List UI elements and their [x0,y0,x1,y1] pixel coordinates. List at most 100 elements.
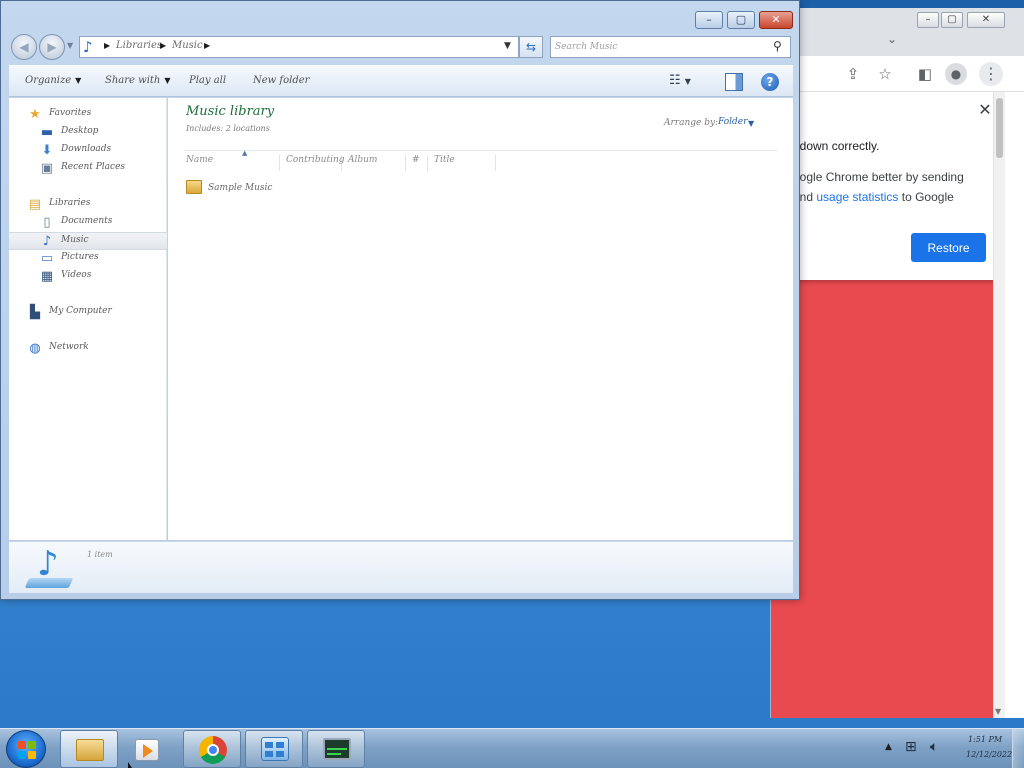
search-icon[interactable]: ⚲ [773,39,782,53]
nav-item-pictures[interactable]: ▭ Pictures [9,250,167,268]
control-panel-icon [261,737,289,761]
downloads-icon: ⬇ [41,143,53,158]
side-panel-icon[interactable]: ◧ [915,64,935,84]
clock-date[interactable]: 12/12/2022 [966,750,1012,759]
usage-statistics-link[interactable]: usage statistics [816,190,898,204]
bookmark-star-icon[interactable]: ☆ [875,64,895,84]
nav-label: Music [61,235,89,245]
folder-icon [76,739,104,761]
breadcrumb-separator-icon[interactable]: ▶ [160,41,166,50]
chevron-down-icon: ▼ [75,76,82,85]
restore-button[interactable]: Restore [911,233,986,262]
taskbar-resource-monitor-button[interactable] [307,730,365,768]
chrome-close-button[interactable]: ✕ [967,12,1005,28]
command-bar: Organize ▼ Share with ▼ Play all New folde… [9,65,793,97]
show-hidden-icons-icon[interactable]: ▲ [885,742,892,752]
chrome-menu-icon[interactable]: ⋮ [979,62,1003,86]
scrollbar-thumb[interactable] [996,98,1003,158]
arrange-by-dropdown[interactable]: Folder [718,117,747,127]
clock-time[interactable]: 1:51 PM [968,735,1002,744]
taskbar-explorer-button[interactable] [60,730,118,768]
search-input[interactable] [555,39,765,55]
minimize-button[interactable]: – [695,11,723,29]
nav-item-computer[interactable]: ▙ My Computer [9,304,167,322]
column-header-name[interactable]: Name [184,155,280,171]
column-header-album[interactable]: Album [346,155,406,171]
close-button[interactable]: ✕ [759,11,793,29]
show-desktop-button[interactable] [1012,729,1024,768]
nav-label: My Computer [49,306,112,316]
breadcrumb-libraries[interactable]: Libraries [116,40,162,51]
column-header-number[interactable]: # [410,155,428,171]
search-box[interactable]: ⚲ [550,36,791,58]
nav-item-music[interactable]: ♪ Music [9,232,167,250]
recent-pages-dropdown-icon[interactable]: ▼ [67,41,73,50]
scroll-down-arrow-icon[interactable]: ▼ [995,707,1001,716]
organize-label: Organize [25,75,72,86]
profile-avatar-icon[interactable]: ● [945,63,967,85]
organize-button[interactable]: Organize ▼ [25,75,81,86]
chrome-page-content: p ✕ t down correctly. oogle Chrome bette… [771,92,1005,718]
item-count: 1 item [87,550,113,559]
nav-label: Pictures [61,252,99,262]
chevron-down-icon[interactable]: ▼ [748,119,754,128]
nav-item-videos[interactable]: ▦ Videos [9,268,167,286]
tab-search-chevron-icon[interactable]: ⌄ [887,32,897,46]
nav-label: Favorites [49,108,92,118]
chrome-scrollbar[interactable]: ▼ [993,92,1005,718]
system-monitor-icon [323,738,351,760]
navigation-pane: ★ Favorites ▬ Desktop ⬇ Downloads ▣ Rece… [9,98,167,540]
star-icon: ★ [29,107,41,122]
forward-button[interactable]: ▶ [39,34,65,60]
back-arrow-icon: ◀ [19,40,29,54]
help-icon[interactable]: ? [761,73,779,91]
change-view-button[interactable]: ☷ ▼ [669,73,709,91]
library-locations-link[interactable]: Includes: 2 locations [186,124,270,133]
nav-item-recent-places[interactable]: ▣ Recent Places [9,160,167,178]
explorer-window: – ▢ ✕ ◀ ▶ ▼ ♪ ▶ Libraries ▶ Music ▶ ▼ ⇆ … [0,0,800,600]
new-folder-button[interactable]: New folder [253,75,309,86]
column-header-contributing[interactable]: Contributing [284,155,345,171]
taskbar-control-panel-button[interactable] [245,730,303,768]
back-button[interactable]: ◀ [11,34,37,60]
libraries-icon: ▤ [28,197,42,212]
bubble-description-line: oogle Chrome better by sending [793,170,964,184]
chrome-window: – ▢ ✕ ⌄ ⇪ ☆ ◧ ● ⋮ p ✕ t down correctly. … [770,8,1024,718]
taskbar: ▲ ⊞ 🔈︎ 1:51 PM 12/12/2022 [0,728,1024,768]
breadcrumb-music[interactable]: Music [172,40,203,51]
refresh-button[interactable]: ⇆ [519,36,543,58]
chrome-maximize-button[interactable]: ▢ [941,12,963,28]
breadcrumb-separator-icon[interactable]: ▶ [204,41,210,50]
breadcrumb-separator-icon[interactable]: ▶ [104,41,110,50]
folder-icon [186,180,202,194]
desktop: – ▢ ✕ ⌄ ⇪ ☆ ◧ ● ⋮ p ✕ t down correctly. … [0,0,1024,728]
column-header-title[interactable]: Title [432,155,496,171]
chrome-titlebar: – ▢ ✕ ⌄ [771,8,1024,56]
play-all-button[interactable]: Play all [189,75,226,86]
nav-item-libraries[interactable]: ▤ Libraries [9,196,167,214]
start-button[interactable] [6,730,46,768]
arrange-by-label: Arrange by: [664,118,719,128]
nav-item-desktop[interactable]: ▬ Desktop [9,124,167,142]
chrome-minimize-button[interactable]: – [917,12,939,28]
address-dropdown-icon[interactable]: ▼ [504,41,511,51]
address-bar[interactable]: ♪ ▶ Libraries ▶ Music ▶ ▼ [79,36,519,58]
share-with-button[interactable]: Share with ▼ [105,75,171,86]
nav-item-downloads[interactable]: ⬇ Downloads [9,142,167,160]
share-with-label: Share with [105,75,161,86]
share-icon[interactable]: ⇪ [843,64,863,84]
maximize-button[interactable]: ▢ [727,11,755,29]
folder-name: Sample Music [208,183,273,193]
taskbar-chrome-button[interactable] [183,730,241,768]
nav-item-favorites[interactable]: ★ Favorites [9,106,167,124]
music-library-icon: ♪ [23,544,75,590]
nav-label: Network [49,342,89,352]
nav-item-network[interactable]: ◍ Network [9,340,167,358]
preview-pane-icon[interactable] [725,73,743,91]
computer-icon: ▙ [30,305,40,320]
bubble-close-icon[interactable]: ✕ [977,100,993,120]
refresh-icon: ⇆ [525,40,537,54]
nav-item-documents[interactable]: ▯ Documents [9,214,167,232]
volume-icon[interactable]: 🔈︎ [930,739,938,755]
network-tray-icon[interactable]: ⊞ [905,739,917,755]
